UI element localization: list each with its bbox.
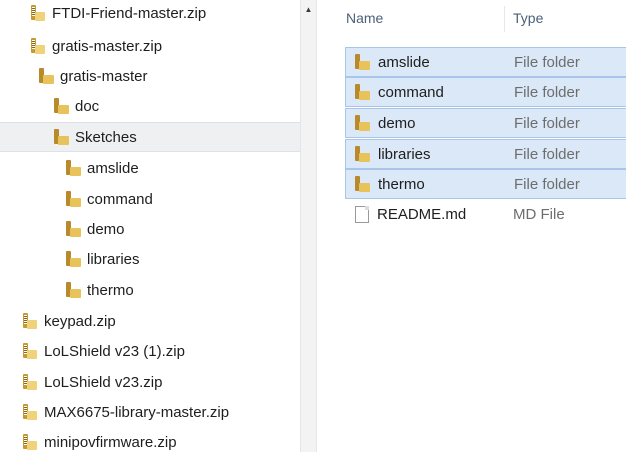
folder-icon — [65, 282, 81, 298]
tree-item-doc[interactable]: doc — [0, 91, 300, 121]
tree-item-label: minipovfirmware.zip — [44, 433, 177, 451]
tree-item-keypad-zip[interactable]: keypad.zip — [0, 306, 300, 336]
vertical-scrollbar[interactable]: ▲ — [300, 0, 317, 452]
tree-item-label: demo — [87, 220, 125, 238]
column-header-name[interactable]: Name — [346, 0, 383, 36]
tree-item-label: Sketches — [75, 128, 137, 146]
navigation-pane: FTDI-Friend-master.zip gratis-master.zip… — [0, 0, 300, 452]
folder-icon — [354, 146, 370, 162]
tree-item-label: gratis-master.zip — [52, 37, 163, 55]
tree-item-gratis-master-zip[interactable]: gratis-master.zip — [0, 31, 300, 61]
folder-icon — [354, 84, 370, 100]
file-name: amslide — [378, 53, 430, 71]
file-row-thermo[interactable]: thermo File folder — [345, 169, 626, 199]
file-name: thermo — [378, 175, 425, 193]
file-type: MD File — [513, 205, 565, 223]
file-type: File folder — [514, 114, 580, 132]
tree-item-amslide[interactable]: amslide — [0, 153, 300, 183]
tree-item-label: LoLShield v23 (1).zip — [44, 342, 185, 360]
folder-icon — [53, 98, 69, 114]
tree-item-lolshield-v23-1-zip[interactable]: LoLShield v23 (1).zip — [0, 336, 300, 366]
file-list-pane: Name Type amslide File folder command Fi… — [317, 0, 626, 452]
folder-icon — [65, 251, 81, 267]
folder-icon — [354, 176, 370, 192]
file-row-libraries[interactable]: libraries File folder — [345, 139, 626, 169]
file-name: libraries — [378, 145, 431, 163]
file-name: demo — [378, 114, 416, 132]
file-row-demo[interactable]: demo File folder — [345, 108, 626, 138]
tree-item-libraries[interactable]: libraries — [0, 244, 300, 274]
file-type: File folder — [514, 175, 580, 193]
zip-folder-icon — [22, 343, 38, 359]
folder-icon — [53, 129, 69, 145]
tree-item-label: MAX6675-library-master.zip — [44, 403, 230, 421]
file-row-readme-md[interactable]: README.md MD File — [345, 199, 626, 229]
column-separator[interactable] — [504, 6, 505, 32]
folder-icon — [65, 160, 81, 176]
tree-item-ftdi-friend-master-zip[interactable]: FTDI-Friend-master.zip — [0, 0, 300, 28]
tree-item-label: LoLShield v23.zip — [44, 373, 163, 391]
zip-folder-icon — [22, 313, 38, 329]
zip-folder-icon — [22, 434, 38, 450]
tree-item-max6675-library-master-zip[interactable]: MAX6675-library-master.zip — [0, 397, 300, 427]
column-header-type[interactable]: Type — [513, 0, 543, 36]
folder-icon — [65, 221, 81, 237]
zip-folder-icon — [30, 5, 46, 21]
file-name: command — [378, 83, 444, 101]
tree-item-label: doc — [75, 97, 100, 115]
tree-item-label: gratis-master — [60, 67, 148, 85]
scroll-up-arrow-icon[interactable]: ▲ — [301, 0, 316, 18]
tree-item-command[interactable]: command — [0, 184, 300, 214]
zip-folder-icon — [30, 38, 46, 54]
document-icon — [355, 205, 369, 223]
folder-icon — [65, 191, 81, 207]
file-row-command[interactable]: command File folder — [345, 77, 626, 107]
tree-item-thermo[interactable]: thermo — [0, 275, 300, 305]
tree-item-minipovfirmware-zip[interactable]: minipovfirmware.zip — [0, 427, 300, 452]
folder-icon — [354, 54, 370, 70]
file-type: File folder — [514, 83, 580, 101]
zip-folder-icon — [22, 374, 38, 390]
file-row-amslide[interactable]: amslide File folder — [345, 47, 626, 77]
tree-item-label: command — [87, 190, 153, 208]
tree-item-demo[interactable]: demo — [0, 214, 300, 244]
tree-item-label: libraries — [87, 250, 140, 268]
tree-item-gratis-master[interactable]: gratis-master — [0, 61, 300, 91]
file-name: README.md — [377, 205, 467, 223]
tree-item-label: thermo — [87, 281, 134, 299]
tree-item-label: FTDI-Friend-master.zip — [52, 4, 207, 22]
folder-icon — [354, 115, 370, 131]
file-type: File folder — [514, 145, 580, 163]
folder-icon — [38, 68, 54, 84]
tree-item-label: amslide — [87, 159, 139, 177]
tree-item-lolshield-v23-zip[interactable]: LoLShield v23.zip — [0, 367, 300, 397]
tree-item-label: keypad.zip — [44, 312, 116, 330]
zip-folder-icon — [22, 404, 38, 420]
tree-item-sketches[interactable]: Sketches — [0, 122, 300, 152]
file-type: File folder — [514, 53, 580, 71]
